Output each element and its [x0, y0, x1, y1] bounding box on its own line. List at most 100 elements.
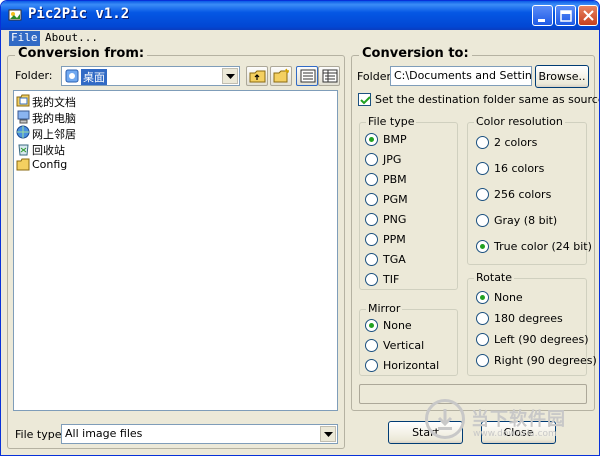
radio-selected-dot: [369, 137, 374, 142]
radio-button[interactable]: [476, 136, 489, 149]
radio-button[interactable]: [476, 333, 489, 346]
minimize-icon: [538, 19, 545, 22]
file-type-filter-label: File type:: [15, 428, 66, 441]
from-folder-value: 桌面: [81, 69, 107, 85]
list-view-button[interactable]: [296, 66, 318, 86]
radio-button[interactable]: [365, 339, 378, 352]
window-title: Pic2Pic v1.2: [28, 6, 130, 22]
folder-icon: [16, 158, 30, 171]
radio-button[interactable]: [365, 273, 378, 286]
radio-label: PBM: [383, 173, 407, 186]
up-folder-button[interactable]: [246, 66, 268, 86]
conversion-from-title: Conversion from:: [15, 46, 148, 61]
new-folder-icon: [273, 68, 289, 83]
network-icon: [16, 125, 30, 139]
menu-about[interactable]: About...: [43, 31, 100, 46]
maximize-button[interactable]: [555, 5, 576, 26]
list-view-icon: [300, 69, 316, 83]
radio-button[interactable]: [476, 214, 489, 227]
conversion-to-title: Conversion to:: [359, 46, 472, 61]
color-resolution-group-title: Color resolution: [474, 115, 565, 128]
radio-label: PNG: [383, 213, 407, 226]
from-folder-dropdown-arrow[interactable]: [222, 68, 238, 84]
radio-label: PPM: [383, 233, 406, 246]
radio-label: TGA: [383, 253, 406, 266]
tree-item-label: 我的文档: [32, 96, 76, 109]
details-view-button[interactable]: [318, 66, 340, 86]
to-folder-label: Folder:: [357, 70, 395, 83]
watermark-text: 当下软件园: [471, 409, 566, 430]
radio-button[interactable]: [365, 253, 378, 266]
radio-label: TIF: [383, 273, 400, 286]
radio-label: Right (90 degrees): [494, 354, 597, 367]
tree-item-label: 回收站: [32, 144, 65, 157]
tree-item-label: Config: [32, 158, 68, 171]
radio-button[interactable]: [365, 153, 378, 166]
up-folder-icon: [249, 70, 266, 83]
desktop-icon: [65, 69, 79, 83]
menu-file[interactable]: File: [9, 31, 40, 46]
radio-selected-dot: [480, 295, 485, 300]
radio-label: JPG: [383, 153, 402, 166]
radio-label: 2 colors: [494, 136, 538, 149]
details-view-icon: [322, 69, 338, 83]
file-type-group-title: File type: [366, 115, 417, 128]
radio-label: Vertical: [383, 339, 425, 352]
radio-button[interactable]: [365, 213, 378, 226]
my-documents-icon: [16, 94, 30, 107]
radio-label: Horizontal: [383, 359, 440, 372]
radio-label: BMP: [383, 133, 407, 146]
close-window-button[interactable]: [578, 5, 598, 26]
chevron-down-icon: [226, 74, 235, 79]
radio-label: None: [383, 319, 412, 332]
app-window: Pic2Pic v1.2 File About... Conversion fr…: [0, 0, 600, 456]
rotate-group-title: Rotate: [474, 271, 515, 284]
recycle-bin-icon: [18, 144, 29, 156]
maximize-icon: [560, 10, 572, 22]
minimize-button[interactable]: [532, 5, 553, 26]
radio-button[interactable]: [365, 193, 378, 206]
radio-label: PGM: [383, 193, 408, 206]
source-file-list[interactable]: 我的文档 我的电脑 网上邻居 回收站 Config: [13, 90, 338, 411]
download-icon: [425, 399, 465, 439]
radio-button[interactable]: [476, 291, 489, 304]
radio-selected-dot: [480, 244, 485, 249]
menu-bar: File About...: [1, 30, 599, 47]
radio-label: Left (90 degrees): [494, 333, 589, 346]
radio-button[interactable]: [365, 319, 378, 332]
radio-button[interactable]: [365, 173, 378, 186]
radio-button[interactable]: [365, 133, 378, 146]
radio-label: 16 colors: [494, 162, 545, 175]
file-type-dropdown-arrow[interactable]: [320, 426, 336, 442]
tree-item-label: 网上邻居: [32, 128, 76, 141]
chevron-down-icon: [324, 432, 333, 437]
watermark-sub: www.downxia.com: [473, 429, 557, 439]
radio-button[interactable]: [476, 354, 489, 367]
radio-label: 256 colors: [494, 188, 552, 201]
watermark-logo: 当下软件园 www.downxia.com: [425, 399, 595, 445]
checkmark-icon: [360, 96, 371, 105]
file-type-filter-value: All image files: [65, 427, 143, 440]
close-icon: [583, 10, 594, 21]
same-folder-label: Set the destination folder same as sourc…: [375, 93, 599, 106]
radio-button[interactable]: [476, 312, 489, 325]
title-bar[interactable]: Pic2Pic v1.2: [1, 1, 599, 30]
radio-button[interactable]: [365, 359, 378, 372]
browse-button[interactable]: Browse..: [535, 65, 589, 88]
my-computer-icon: [17, 110, 30, 124]
radio-button[interactable]: [365, 233, 378, 246]
from-folder-label: Folder:: [15, 69, 53, 82]
radio-button[interactable]: [476, 188, 489, 201]
from-folder-combo[interactable]: 桌面: [61, 66, 240, 86]
app-icon: [7, 7, 23, 23]
to-folder-input[interactable]: C:\Documents and Settings\ad: [390, 66, 532, 86]
radio-button[interactable]: [476, 162, 489, 175]
radio-button[interactable]: [476, 240, 489, 253]
file-type-filter-combo[interactable]: All image files: [61, 424, 338, 444]
same-folder-checkbox[interactable]: [358, 93, 371, 106]
radio-label: None: [494, 291, 523, 304]
new-folder-button[interactable]: [270, 66, 292, 86]
tree-item-label: 我的电脑: [32, 112, 76, 125]
radio-label: 180 degrees: [494, 312, 563, 325]
radio-label: Gray (8 bit): [494, 214, 558, 227]
